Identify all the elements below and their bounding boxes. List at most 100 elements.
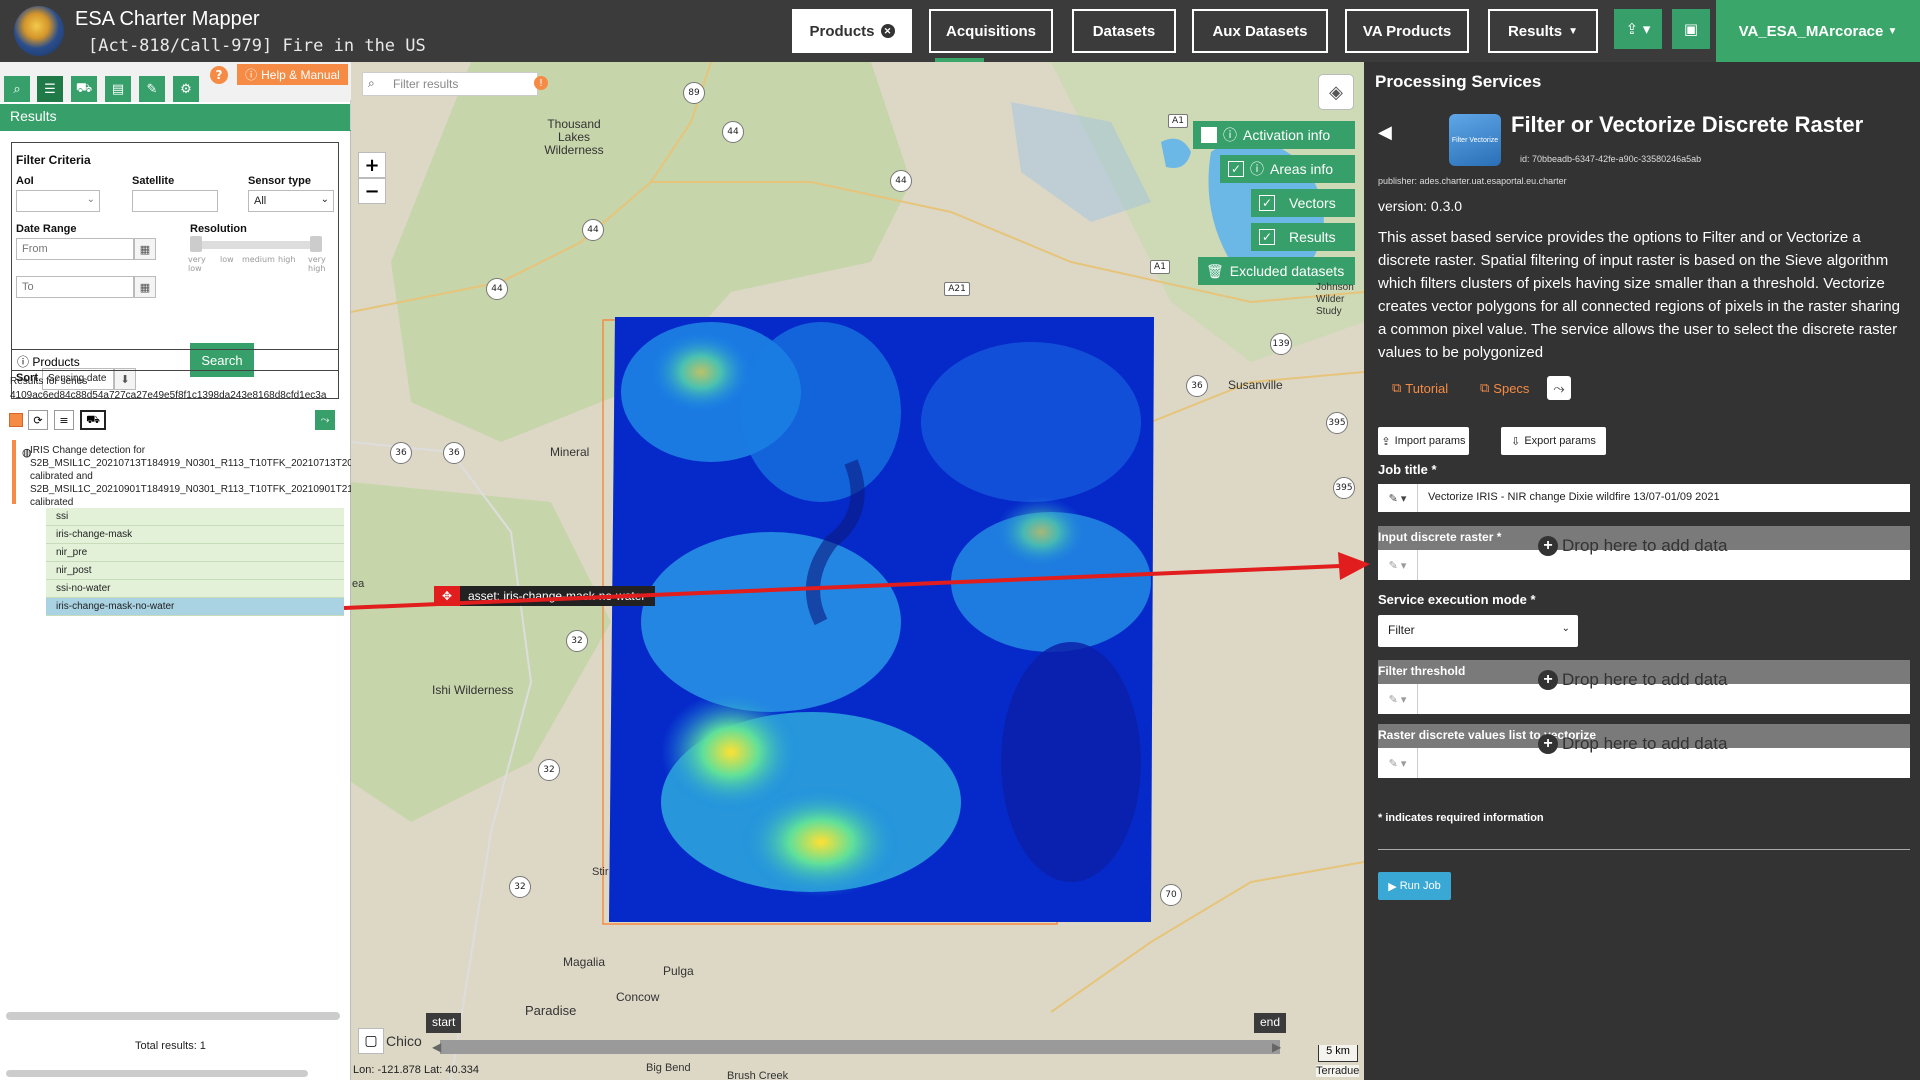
tab-products[interactable]: Products ✕ [792,9,912,53]
upload-icon: ⇪ ▾ [1625,20,1651,38]
tab-aux-datasets[interactable]: Aux Datasets [1192,9,1328,53]
satellite-input[interactable] [132,190,218,212]
excluded-label: Excluded datasets [1229,263,1345,279]
timeline-slider[interactable] [440,1040,1280,1054]
horizontal-scrollbar[interactable] [6,1070,308,1077]
share-icon[interactable]: ⤳ [315,410,335,430]
draw-tool-button[interactable]: ▢ [358,1028,384,1054]
job-title-input[interactable]: Vectorize IRIS - NIR change Dixie wildfi… [1418,484,1910,512]
resolution-handle-low[interactable] [190,236,202,252]
resolution-slider-track[interactable] [190,241,322,249]
close-icon[interactable]: ✕ [880,24,895,38]
list-tool-button[interactable]: ☰ [37,76,63,102]
service-title: Filter or Vectorize Discrete Raster [1511,112,1864,137]
tutorial-link[interactable]: ⧉ Tutorial [1392,380,1448,396]
sensor-type-label: Sensor type [248,175,311,187]
left-panel: ⌕ ☰ ⛟ ▤ ✎ ⚙ ? ⓘ Help & Manual Results Fil… [0,62,378,1080]
refresh-icon[interactable]: ⟳ [28,410,48,430]
asset-item[interactable]: ssi-no-water [46,580,344,598]
filter-results-input[interactable]: Filter results [362,72,538,96]
import-params-button[interactable]: ⇪ Import params [1378,427,1469,455]
archive-tool-button[interactable]: ▤ [105,76,131,102]
magic-wand-icon[interactable]: ✎ ▾ [1378,748,1418,778]
basket-tool-button[interactable]: ⛟ [71,76,97,102]
zoom-in-button[interactable]: + [358,152,386,178]
timeline-left-handle[interactable]: ◀ [432,1040,441,1054]
map-attribution: Terradue [1316,1065,1360,1077]
question-icon[interactable]: ? [210,66,228,84]
activation-info-toggle[interactable]: ⓘ Activation info [1193,121,1355,149]
result-title[interactable]: IRIS Change detection for S2B_MSIL1C_202… [30,444,378,509]
calendar-icon[interactable]: ▦ [134,276,156,298]
raster-values-dropzone[interactable]: Raster discrete values list to vectorize… [1378,724,1910,778]
magic-wand-icon[interactable]: ✎ ▾ [1378,684,1418,714]
tab-acquisitions[interactable]: Acquisitions [929,9,1053,53]
excluded-datasets-button[interactable]: 🗑 Excluded datasets [1198,257,1355,285]
warning-icon: ! [534,76,548,90]
basket-icon[interactable]: ⛟ [80,410,106,430]
magic-wand-icon[interactable]: ✎ ▾ [1378,550,1418,580]
user-menu[interactable]: VA_ESA_MArcorace ▼ [1716,0,1920,62]
dragged-asset-tag[interactable]: ✥ asset: iris-change-mask-no-water [434,586,656,606]
exec-mode-select[interactable]: Filter ⌄ [1378,615,1578,647]
vectors-toggle[interactable]: ✓ Vectors [1251,189,1355,217]
asset-item[interactable]: nir_post [46,562,344,580]
export-params-button[interactable]: ⇩ Export params [1501,427,1606,455]
sensor-type-select[interactable]: All ⌄ [248,190,334,212]
resolution-handle-high[interactable] [310,236,322,252]
aoi-select[interactable]: ⌄ [16,190,100,212]
checkbox-checked[interactable]: ✓ [1259,195,1275,211]
timeline-right-handle[interactable]: ▶ [1272,1040,1281,1054]
list-icon[interactable]: ≡ [54,410,74,430]
run-job-button[interactable]: ▶ Run Job [1378,872,1451,900]
layers-button[interactable]: ◈ [1318,74,1354,110]
help-manual-button[interactable]: ⓘ Help & Manual [237,64,348,85]
highway-shield: 44 [722,121,744,143]
checkbox-checked[interactable]: ✓ [1259,229,1275,245]
raster-blob [741,322,901,502]
highway-shield: 139 [1270,333,1292,355]
date-to-input[interactable]: To [16,276,134,298]
tab-results[interactable]: Results ▼ [1488,9,1598,53]
zoom-out-button[interactable]: − [358,178,386,204]
settings-tool-button[interactable]: ⚙ [173,76,199,102]
specs-link[interactable]: ⧉ Specs [1480,380,1529,396]
highway-shield: 32 [538,759,560,781]
results-toggle[interactable]: ✓ Results [1251,223,1355,251]
briefcase-button[interactable]: ▣ [1672,9,1710,49]
share-button[interactable]: ⤳ [1547,376,1571,400]
magic-wand-icon[interactable]: ✎ ▾ [1378,484,1418,512]
edit-tool-button[interactable]: ✎ [139,76,165,102]
checkbox-checked[interactable]: ✓ [1228,161,1244,177]
map-view[interactable]: ◈ [351,62,1364,1080]
asset-item[interactable]: iris-change-mask [46,526,344,544]
info-icon: ⓘ [245,68,258,82]
asset-item[interactable]: nir_pre [46,544,344,562]
series-id: 4109ac6ed84c88d54a727ca27e49e5f8f1c1398d… [10,390,327,401]
activation-title: [Act-818/Call-979] Fire in the US [88,36,426,56]
back-arrow-icon[interactable]: ◀ [1378,122,1392,143]
list-icon: ☰ [44,81,56,97]
asset-item-selected[interactable]: iris-change-mask-no-water [46,598,344,616]
calendar-icon[interactable]: ▦ [134,238,156,260]
filter-threshold-dropzone[interactable]: Filter threshold ✎ ▾ + Drop here to add d… [1378,660,1910,714]
info-icon: ⓘ [17,355,33,369]
drop-message: + Drop here to add data [1538,734,1727,754]
series-label: Results for series [10,376,88,387]
input-raster-dropzone[interactable]: Input discrete raster * ✎ ▾ + Drop here t… [1378,526,1910,580]
tab-va-products[interactable]: VA Products [1345,9,1469,53]
highway-shield: 36 [443,442,465,464]
sort-direction-icon[interactable]: ⬇ [114,368,136,390]
upload-button[interactable]: ⇪ ▾ [1614,9,1662,49]
pencil-icon: ✎ [146,81,158,97]
tab-datasets[interactable]: Datasets [1072,9,1176,53]
highway-shield: A1 [1150,260,1170,274]
date-from-input[interactable]: From [16,238,134,260]
asset-item[interactable]: ssi [46,508,344,526]
select-all-checkbox[interactable] [9,413,23,427]
search-tool-button[interactable]: ⌕ [4,76,30,102]
horizontal-scrollbar[interactable] [6,1012,340,1020]
service-publisher: publisher: ades.charter.uat.esaportal.eu… [1378,176,1567,186]
areas-info-toggle[interactable]: ✓ ⓘ Areas info [1220,155,1355,183]
checkbox-unchecked[interactable] [1201,127,1217,143]
